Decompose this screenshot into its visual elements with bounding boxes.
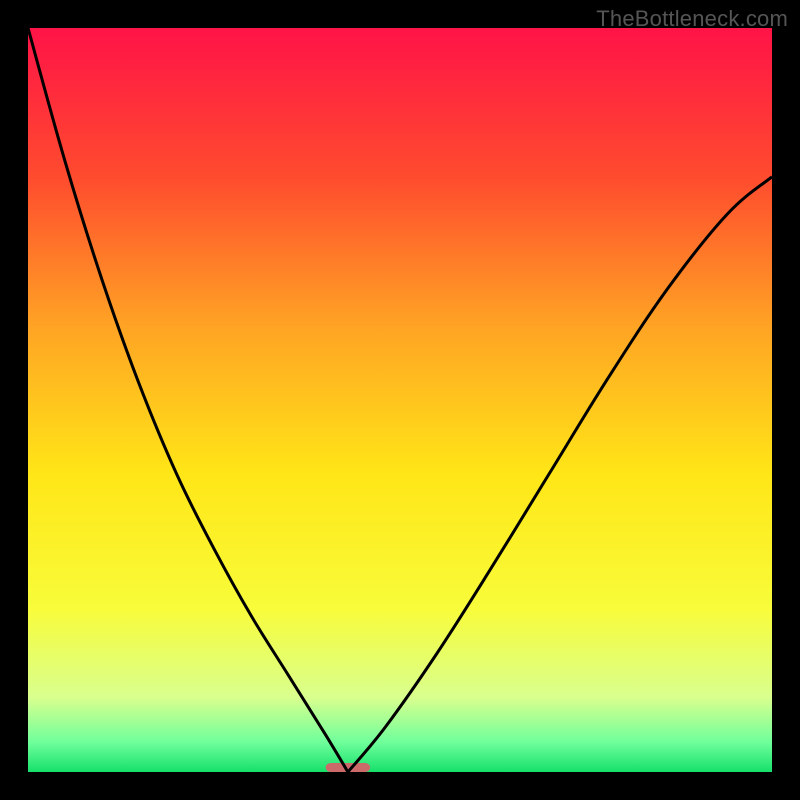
plot-area	[28, 28, 772, 772]
chart-frame: TheBottleneck.com	[0, 0, 800, 800]
gradient-background	[28, 28, 772, 772]
chart-svg	[28, 28, 772, 772]
